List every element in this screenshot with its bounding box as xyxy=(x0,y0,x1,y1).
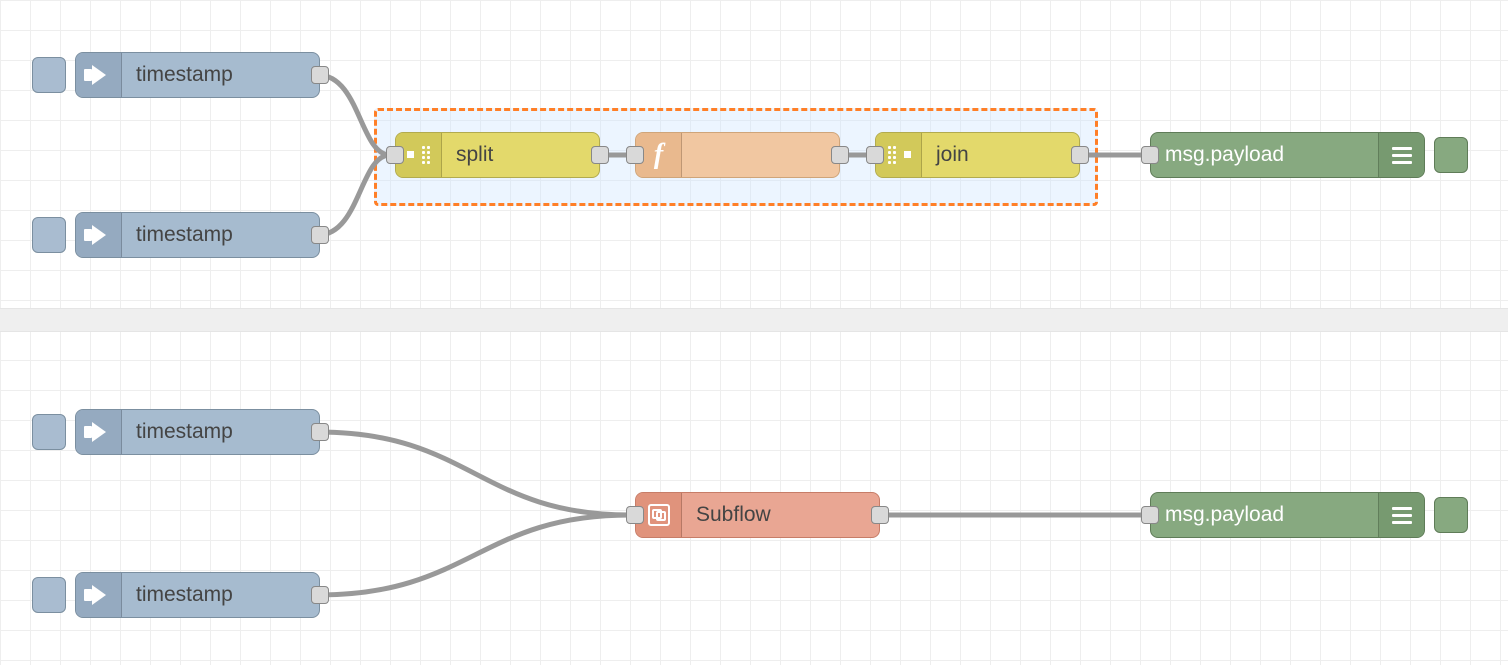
output-port[interactable] xyxy=(311,586,329,604)
output-port[interactable] xyxy=(311,226,329,244)
debug-icon xyxy=(1378,133,1424,177)
editor-canvas[interactable]: timestamp timestamp split f join msg.pay… xyxy=(0,0,1508,665)
inject-node-2a[interactable]: timestamp xyxy=(75,409,320,455)
node-label: timestamp xyxy=(122,223,319,247)
wires-layer xyxy=(0,0,1508,665)
input-port[interactable] xyxy=(626,146,644,164)
inject-icon xyxy=(76,213,122,257)
debug-icon xyxy=(1378,493,1424,537)
node-label: msg.payload xyxy=(1151,503,1378,527)
function-node[interactable]: f xyxy=(635,132,840,178)
input-port[interactable] xyxy=(626,506,644,524)
debug-node-1[interactable]: msg.payload xyxy=(1150,132,1425,178)
debug-toggle-button[interactable] xyxy=(1434,137,1468,173)
output-port[interactable] xyxy=(1071,146,1089,164)
output-port[interactable] xyxy=(311,66,329,84)
inject-node-2b[interactable]: timestamp xyxy=(75,572,320,618)
section-divider xyxy=(0,308,1508,332)
input-port[interactable] xyxy=(1141,506,1159,524)
debug-toggle-button[interactable] xyxy=(1434,497,1468,533)
subflow-node[interactable]: Subflow xyxy=(635,492,880,538)
output-port[interactable] xyxy=(311,423,329,441)
split-node[interactable]: split xyxy=(395,132,600,178)
join-node[interactable]: join xyxy=(875,132,1080,178)
inject-trigger-button[interactable] xyxy=(32,217,66,253)
node-label: join xyxy=(922,143,1079,167)
output-port[interactable] xyxy=(591,146,609,164)
node-label: timestamp xyxy=(122,420,319,444)
input-port[interactable] xyxy=(1141,146,1159,164)
inject-node-1a[interactable]: timestamp xyxy=(75,52,320,98)
inject-node-1b[interactable]: timestamp xyxy=(75,212,320,258)
debug-node-2[interactable]: msg.payload xyxy=(1150,492,1425,538)
input-port[interactable] xyxy=(866,146,884,164)
node-label: Subflow xyxy=(682,503,879,527)
inject-icon xyxy=(76,573,122,617)
node-label: timestamp xyxy=(122,63,319,87)
inject-icon xyxy=(76,53,122,97)
node-label: split xyxy=(442,143,599,167)
output-port[interactable] xyxy=(871,506,889,524)
inject-icon xyxy=(76,410,122,454)
output-port[interactable] xyxy=(831,146,849,164)
inject-trigger-button[interactable] xyxy=(32,57,66,93)
node-label: msg.payload xyxy=(1151,143,1378,167)
inject-trigger-button[interactable] xyxy=(32,577,66,613)
inject-trigger-button[interactable] xyxy=(32,414,66,450)
input-port[interactable] xyxy=(386,146,404,164)
node-label: timestamp xyxy=(122,583,319,607)
